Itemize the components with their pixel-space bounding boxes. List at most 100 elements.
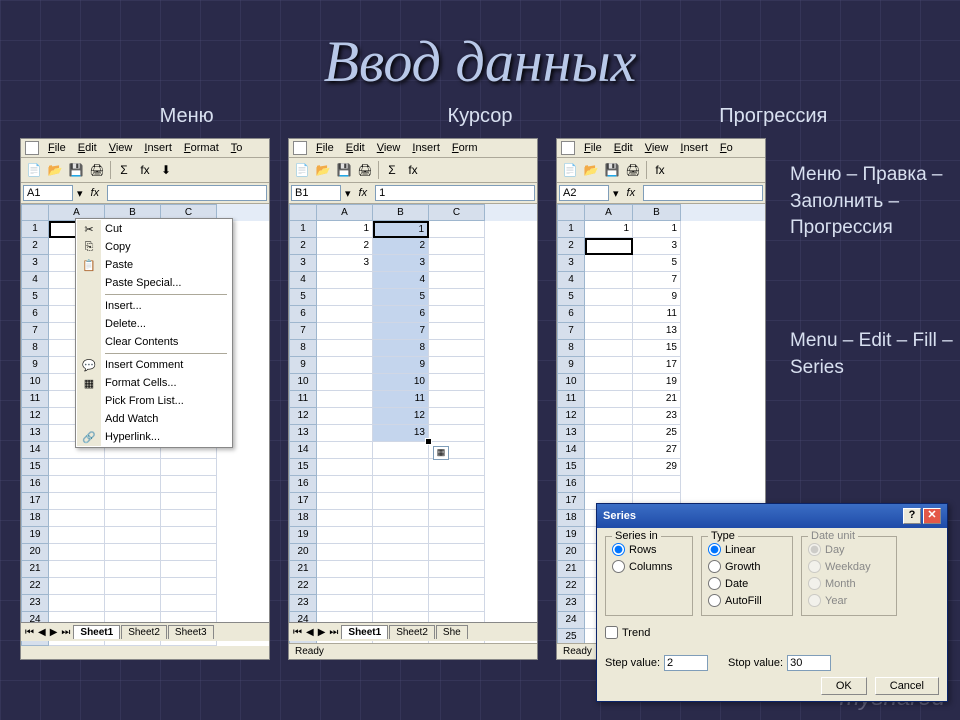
cell[interactable]: 11 <box>373 391 429 408</box>
cell[interactable] <box>317 272 373 289</box>
cell[interactable]: 1 <box>373 221 429 238</box>
ctx-paste[interactable]: 📋Paste <box>77 256 231 274</box>
ctx-delete-[interactable]: Delete... <box>77 315 231 333</box>
row-header[interactable]: 8 <box>289 340 317 357</box>
cell[interactable]: 27 <box>633 442 681 459</box>
cell[interactable] <box>317 374 373 391</box>
row-header[interactable]: 10 <box>21 374 49 391</box>
menu-tools[interactable]: To <box>226 141 248 155</box>
cell[interactable] <box>429 408 485 425</box>
cell[interactable] <box>585 374 633 391</box>
cell[interactable] <box>317 493 373 510</box>
cell[interactable]: 7 <box>633 272 681 289</box>
tab-nav-prev-icon[interactable]: ◀ <box>304 627 316 638</box>
namebox-dropdown-icon[interactable]: ▾ <box>77 187 83 200</box>
cell[interactable] <box>585 476 633 493</box>
cell[interactable] <box>585 408 633 425</box>
cell[interactable]: 25 <box>633 425 681 442</box>
row-header[interactable]: 6 <box>21 306 49 323</box>
ok-button[interactable]: OK <box>821 677 867 695</box>
row-header[interactable]: 9 <box>557 357 585 374</box>
cell[interactable] <box>317 391 373 408</box>
cell[interactable] <box>585 340 633 357</box>
cell[interactable] <box>317 459 373 476</box>
row-header[interactable]: 14 <box>21 442 49 459</box>
row-header[interactable]: 18 <box>21 510 49 527</box>
cell[interactable] <box>317 561 373 578</box>
radio-growth[interactable]: Growth <box>708 558 786 575</box>
col-header[interactable]: B <box>633 204 681 221</box>
print-icon[interactable]: 🖨 <box>87 160 107 180</box>
cell[interactable] <box>585 255 633 272</box>
cell[interactable] <box>317 544 373 561</box>
cell[interactable] <box>373 510 429 527</box>
cell[interactable]: 9 <box>633 289 681 306</box>
cell[interactable] <box>429 544 485 561</box>
ctx-add-watch[interactable]: Add Watch <box>77 410 231 428</box>
tab-nav-first-icon[interactable]: ⏮ <box>291 627 304 638</box>
cell[interactable]: 17 <box>633 357 681 374</box>
row-header[interactable]: 13 <box>21 425 49 442</box>
cell[interactable]: 3 <box>373 255 429 272</box>
row-header[interactable]: 16 <box>289 476 317 493</box>
cell[interactable] <box>373 476 429 493</box>
row-header[interactable]: 9 <box>289 357 317 374</box>
cell[interactable]: 13 <box>373 425 429 442</box>
cell[interactable] <box>585 357 633 374</box>
radio-date[interactable]: Date <box>708 575 786 592</box>
name-box[interactable]: B1 <box>291 185 341 201</box>
row-header[interactable]: 2 <box>21 238 49 255</box>
row-header[interactable]: 7 <box>21 323 49 340</box>
row-header[interactable]: 4 <box>21 272 49 289</box>
step-input[interactable] <box>664 655 708 671</box>
menu-view[interactable]: View <box>372 141 406 155</box>
menu-file[interactable]: File <box>311 141 339 155</box>
save-icon[interactable]: 💾 <box>334 160 354 180</box>
cell[interactable] <box>317 306 373 323</box>
cell[interactable]: 3 <box>633 238 681 255</box>
menu-insert[interactable]: Insert <box>139 141 177 155</box>
cell[interactable] <box>633 476 681 493</box>
ctx-hyperlink-[interactable]: 🔗Hyperlink... <box>77 428 231 446</box>
cell[interactable] <box>161 561 217 578</box>
radio-columns[interactable]: Columns <box>612 558 686 575</box>
row-header[interactable]: 19 <box>289 527 317 544</box>
cell[interactable] <box>317 340 373 357</box>
cell[interactable] <box>105 493 161 510</box>
menu-edit[interactable]: Edit <box>341 141 370 155</box>
row-header[interactable]: 21 <box>289 561 317 578</box>
cell[interactable]: 23 <box>633 408 681 425</box>
cell[interactable] <box>373 493 429 510</box>
cell[interactable] <box>49 493 105 510</box>
row-header[interactable]: 17 <box>557 493 585 510</box>
cell[interactable]: 11 <box>633 306 681 323</box>
save-icon[interactable]: 💾 <box>602 160 622 180</box>
row-header[interactable]: 19 <box>21 527 49 544</box>
cell[interactable] <box>429 425 485 442</box>
new-icon[interactable]: 📄 <box>24 160 44 180</box>
cell[interactable]: 8 <box>373 340 429 357</box>
cell[interactable] <box>161 544 217 561</box>
cell[interactable] <box>317 357 373 374</box>
menu-view[interactable]: View <box>640 141 674 155</box>
cell[interactable] <box>585 459 633 476</box>
tab-sheet3[interactable]: Sheet3 <box>168 625 214 639</box>
cell[interactable] <box>105 561 161 578</box>
formula-input[interactable]: 1 <box>375 185 535 201</box>
tab-nav-next-icon[interactable]: ▶ <box>316 627 328 638</box>
row-header[interactable]: 4 <box>557 272 585 289</box>
cell[interactable]: 5 <box>633 255 681 272</box>
cell[interactable] <box>161 578 217 595</box>
cell[interactable] <box>585 238 633 255</box>
tab-sheet1[interactable]: Sheet1 <box>73 625 120 639</box>
ctx-copy[interactable]: ⎘Copy <box>77 238 231 256</box>
row-header[interactable]: 14 <box>289 442 317 459</box>
tab-nav-last-icon[interactable]: ⏭ <box>327 627 340 638</box>
cell[interactable] <box>49 578 105 595</box>
row-header[interactable]: 21 <box>557 561 585 578</box>
name-box[interactable]: A1 <box>23 185 73 201</box>
row-header[interactable]: 3 <box>289 255 317 272</box>
tab-nav-prev-icon[interactable]: ◀ <box>36 627 48 638</box>
cell[interactable]: 1 <box>633 221 681 238</box>
namebox-dropdown-icon[interactable]: ▾ <box>613 187 619 200</box>
